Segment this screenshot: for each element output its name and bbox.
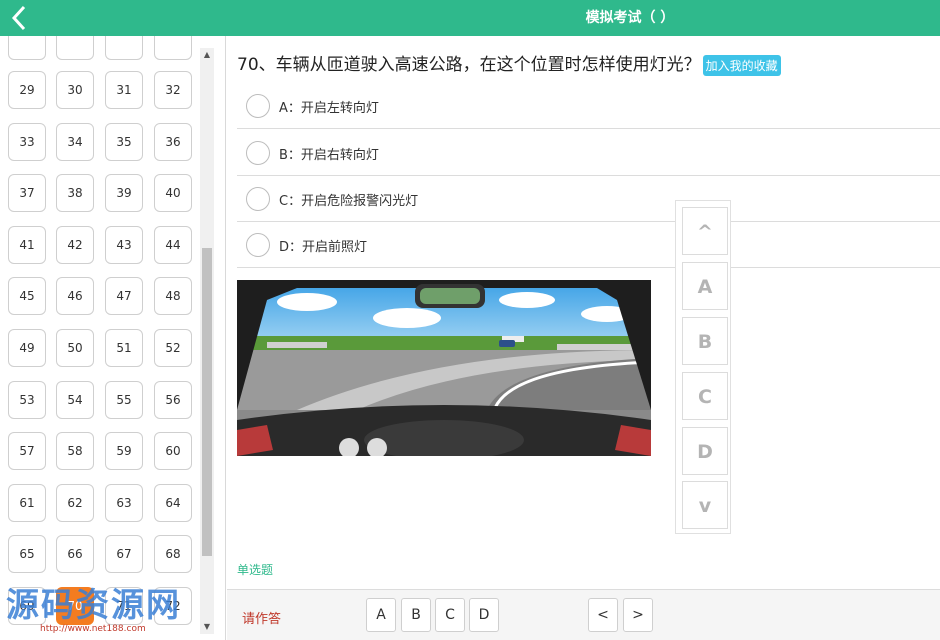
scrollbar[interactable]: ▲ ▼: [200, 48, 214, 634]
question-number-panel: 29 30 31 32 33 34 35 36 37 38 39 40 41 42 43 44 45 46 47 48…: [0, 36, 226, 640]
question-number-45[interactable]: 45: [8, 277, 46, 316]
question-number-38[interactable]: 38: [56, 174, 94, 213]
answer-a-button[interactable]: A: [366, 598, 396, 632]
question-number-66[interactable]: 66: [56, 535, 94, 574]
top-bar: 模拟考试（ ）: [0, 0, 940, 36]
question-number-partial[interactable]: [105, 36, 143, 60]
option-a[interactable]: A：开启左转向灯: [237, 83, 940, 129]
side-nav-answer-c-button[interactable]: C: [682, 372, 728, 420]
question-number-56[interactable]: 56: [154, 380, 192, 419]
radio-icon[interactable]: [246, 187, 270, 211]
answer-side-nav: ^ A B C D v: [675, 200, 731, 534]
answer-b-button[interactable]: B: [401, 598, 431, 632]
scroll-thumb[interactable]: [202, 248, 212, 556]
question-illustration: [237, 280, 651, 456]
question-number-67[interactable]: 67: [105, 535, 143, 574]
radio-icon[interactable]: [246, 233, 270, 257]
question-number-35[interactable]: 35: [105, 122, 143, 161]
bottom-answer-bar: 请作答 A B C D < >: [227, 589, 940, 640]
question-number-37[interactable]: 37: [8, 174, 46, 213]
side-nav-answer-a-button[interactable]: A: [682, 262, 728, 310]
question-number-partial[interactable]: [56, 36, 94, 60]
watermark-text: 源码资源网: [6, 585, 181, 624]
option-label: C：开启危险报警闪光灯: [279, 194, 419, 209]
question-number-55[interactable]: 55: [105, 380, 143, 419]
question-number-46[interactable]: 46: [56, 277, 94, 316]
option-b[interactable]: B：开启右转向灯: [237, 130, 940, 176]
option-c[interactable]: C：开启危险报警闪光灯: [237, 176, 940, 222]
next-question-button[interactable]: >: [623, 598, 653, 632]
side-nav-answer-b-button[interactable]: B: [682, 317, 728, 365]
radio-icon[interactable]: [246, 94, 270, 118]
question-number-68[interactable]: 68: [154, 535, 192, 574]
answer-prompt: 请作答: [242, 612, 282, 627]
question-title: 70、车辆从匝道驶入高速公路，在这个位置时怎样使用灯光？ 加入我的收藏: [237, 50, 781, 76]
back-icon[interactable]: [6, 3, 34, 33]
question-number-30[interactable]: 30: [56, 71, 94, 109]
scroll-down-icon[interactable]: ▼: [200, 620, 214, 634]
question-number-36[interactable]: 36: [154, 122, 192, 161]
question-number-42[interactable]: 42: [56, 225, 94, 264]
question-number-49[interactable]: 49: [8, 329, 46, 367]
question-number-63[interactable]: 63: [105, 483, 143, 522]
question-number-62[interactable]: 62: [56, 483, 94, 522]
option-label: D：开启前照灯: [279, 240, 368, 255]
question-number-40[interactable]: 40: [154, 174, 192, 213]
question-number-29[interactable]: 29: [8, 71, 46, 109]
add-favorite-button[interactable]: 加入我的收藏: [702, 54, 781, 76]
question-number-51[interactable]: 51: [105, 329, 143, 367]
watermark-url: http://www.net188.com: [40, 624, 146, 634]
question-number-partial[interactable]: [154, 36, 192, 60]
question-number-65[interactable]: 65: [8, 535, 46, 574]
answer-c-button[interactable]: C: [435, 598, 465, 632]
question-number-54[interactable]: 54: [56, 380, 94, 419]
prev-question-button[interactable]: <: [588, 598, 618, 632]
option-d[interactable]: D：开启前照灯: [237, 222, 940, 268]
question-number-50[interactable]: 50: [56, 329, 94, 367]
question-number-60[interactable]: 60: [154, 432, 192, 471]
scroll-up-icon[interactable]: ▲: [200, 48, 214, 62]
question-number-44[interactable]: 44: [154, 225, 192, 264]
option-label: B：开启右转向灯: [279, 148, 379, 163]
question-number-58[interactable]: 58: [56, 432, 94, 471]
question-text: 70、车辆从匝道驶入高速公路，在这个位置时怎样使用灯光？: [237, 55, 701, 75]
question-number-53[interactable]: 53: [8, 380, 46, 419]
question-type-label: 单选题: [237, 563, 274, 577]
question-number-41[interactable]: 41: [8, 225, 46, 264]
question-number-32[interactable]: 32: [154, 71, 192, 109]
question-number-61[interactable]: 61: [8, 483, 46, 522]
question-number-39[interactable]: 39: [105, 174, 143, 213]
question-number-partial[interactable]: [8, 36, 46, 60]
question-number-59[interactable]: 59: [105, 432, 143, 471]
question-number-43[interactable]: 43: [105, 225, 143, 264]
question-number-64[interactable]: 64: [154, 483, 192, 522]
option-label: A：开启左转向灯: [279, 101, 379, 116]
side-nav-down-button[interactable]: v: [682, 481, 728, 529]
question-number-57[interactable]: 57: [8, 432, 46, 471]
question-number-47[interactable]: 47: [105, 277, 143, 316]
question-number-31[interactable]: 31: [105, 71, 143, 109]
side-nav-up-button[interactable]: ^: [682, 207, 728, 255]
driving-scene-image: [237, 280, 651, 456]
question-number-48[interactable]: 48: [154, 277, 192, 316]
question-number-34[interactable]: 34: [56, 122, 94, 161]
page-title: 模拟考试（ ）: [585, 10, 675, 26]
answer-d-button[interactable]: D: [469, 598, 499, 632]
side-nav-answer-d-button[interactable]: D: [682, 427, 728, 475]
radio-icon[interactable]: [246, 141, 270, 165]
question-number-52[interactable]: 52: [154, 329, 192, 367]
question-number-33[interactable]: 33: [8, 122, 46, 161]
